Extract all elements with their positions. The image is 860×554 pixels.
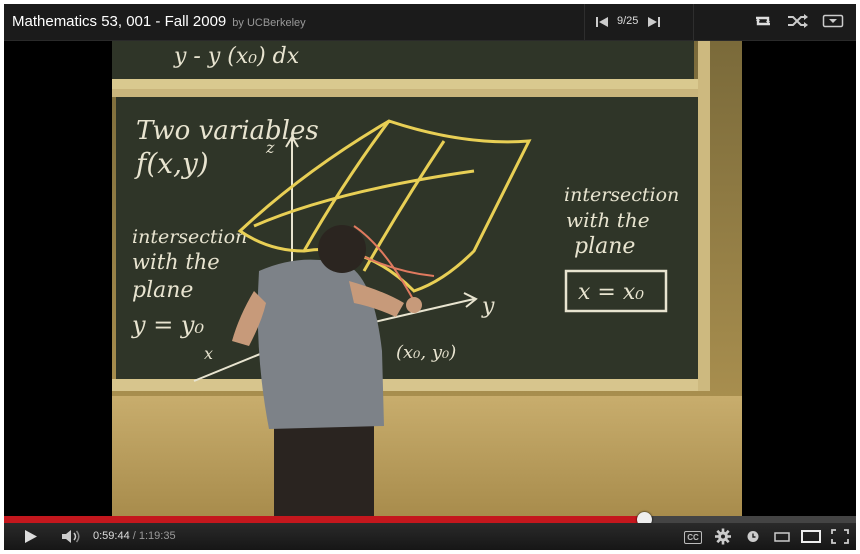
- next-video-icon[interactable]: [647, 15, 661, 29]
- small-player-icon[interactable]: [772, 527, 792, 546]
- wall-lower: [112, 396, 742, 516]
- axis-z-label: z: [265, 138, 275, 157]
- video-frame[interactable]: y - y (x₀) dx Two variables f(x,y) z y x…: [4, 41, 856, 516]
- upper-board-frame: [112, 79, 700, 89]
- video-player: Mathematics 53, 001 - Fall 2009 by UCBerk…: [4, 4, 856, 550]
- right-note-box-text: x = x₀: [578, 280, 644, 305]
- progress-played: [4, 516, 644, 523]
- loop-icon[interactable]: [752, 12, 774, 30]
- shuffle-icon[interactable]: [786, 12, 808, 30]
- left-note-line4: y = y₀: [131, 311, 204, 339]
- point-label: (x₀, y₀): [396, 342, 456, 363]
- volume-icon[interactable]: [60, 527, 82, 546]
- board-frame-right: [698, 41, 710, 391]
- progress-bar[interactable]: [4, 512, 856, 527]
- watch-later-icon[interactable]: [746, 527, 760, 546]
- control-bar: 0:59:44 / 1:19:35 CC: [4, 523, 856, 550]
- chalk-ledge: [112, 379, 706, 391]
- board-top-fragment: y - y (x₀) dx: [173, 44, 300, 69]
- axis-y-label: y: [481, 294, 495, 319]
- previous-video-icon[interactable]: [595, 15, 609, 29]
- playlist-position: 9/25: [617, 15, 639, 27]
- board-heading-line2: f(x,y): [134, 147, 209, 180]
- right-note-line3: plane: [574, 234, 635, 259]
- play-icon[interactable]: [22, 527, 40, 546]
- video-title[interactable]: Mathematics 53, 001 - Fall 2009: [12, 13, 226, 30]
- right-note-line1: intersection: [564, 184, 679, 206]
- current-time: 0:59:44: [93, 530, 130, 542]
- settings-gear-icon[interactable]: [714, 527, 732, 546]
- axis-x-label: x: [204, 344, 213, 363]
- left-note-line3: plane: [132, 278, 193, 303]
- channel-byline[interactable]: by UCBerkeley: [232, 17, 305, 29]
- time-display: 0:59:44 / 1:19:35: [93, 530, 176, 542]
- left-note-line1: intersection: [132, 226, 247, 248]
- dropdown-icon[interactable]: [822, 12, 844, 30]
- time-separator: /: [129, 530, 139, 542]
- board-frame-top: [112, 89, 702, 97]
- large-player-icon[interactable]: [800, 527, 822, 546]
- duration: 1:19:35: [138, 530, 176, 542]
- playlist-navigation: 9/25: [584, 4, 694, 40]
- right-note-line2: with the: [566, 208, 650, 232]
- left-note-line2: with the: [132, 250, 220, 274]
- captions-button[interactable]: CC: [684, 531, 702, 544]
- fullscreen-icon[interactable]: [830, 527, 850, 546]
- player-title-bar: Mathematics 53, 001 - Fall 2009 by UCBerk…: [4, 4, 856, 41]
- video-title-area: Mathematics 53, 001 - Fall 2009 by UCBerk…: [12, 13, 306, 30]
